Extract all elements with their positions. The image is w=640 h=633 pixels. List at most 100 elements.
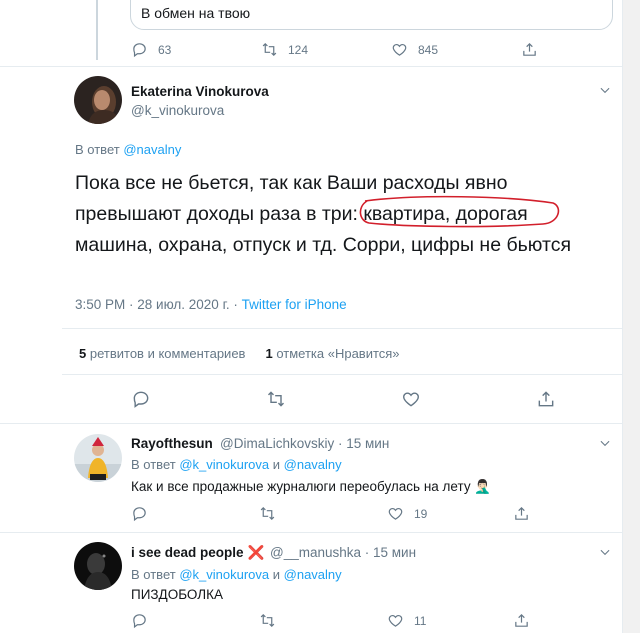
quoted-tweet-text: В обмен на твою xyxy=(141,5,251,21)
like-count: 11 xyxy=(414,613,427,628)
thread-line xyxy=(96,0,98,60)
reply-mention[interactable]: @k_vinokurova xyxy=(179,567,269,582)
share-icon xyxy=(515,506,528,520)
like-button[interactable]: 845 xyxy=(391,41,521,58)
retweets-stat[interactable]: 5 ретвитов и комментариев xyxy=(79,346,245,361)
reply-prefix: В ответ xyxy=(131,457,176,472)
retweets-count: 5 xyxy=(79,346,87,361)
reply-author-handle[interactable]: @DimaLichkovskiy · 15 мин xyxy=(220,436,389,451)
retweet-icon xyxy=(260,506,275,521)
tweet-text-part: машина, охрана, отпуск и тд. Сорри, цифр… xyxy=(75,234,572,256)
reply-icon xyxy=(133,614,146,629)
reply-prefix: В ответ xyxy=(75,142,120,157)
avatar-photo xyxy=(74,542,122,590)
tweet-stats: 5 ретвитов и комментариев 1 отметка «Нра… xyxy=(79,346,400,361)
author-name[interactable]: Ekaterina Vinokurova xyxy=(131,84,269,99)
chevron-down-icon xyxy=(600,440,610,447)
avatar[interactable] xyxy=(74,434,122,482)
reply-actions: 11 xyxy=(131,612,530,629)
like-button[interactable]: 19 xyxy=(387,505,513,522)
reply-author-name[interactable]: i see dead people ❌ xyxy=(131,545,264,561)
chevron-down-icon xyxy=(600,87,610,94)
like-button[interactable] xyxy=(401,389,536,409)
reply-button[interactable] xyxy=(131,389,266,409)
quoted-actions: 63 124 845 xyxy=(131,41,538,58)
tweet-menu-button[interactable] xyxy=(598,83,612,97)
share-icon xyxy=(538,391,554,407)
likes-label: отметка «Нравится» xyxy=(276,346,400,361)
reply-mention[interactable]: @navalny xyxy=(284,457,342,472)
tweet-text: Пока все не бьется, так как Ваши расходы… xyxy=(75,168,575,261)
retweets-label: ретвитов и комментариев xyxy=(89,346,246,361)
like-count: 845 xyxy=(418,42,439,57)
reply-author-name-text: i see dead people xyxy=(131,545,244,560)
reply-context: В ответ @k_vinokurova и @navalny xyxy=(131,457,342,472)
share-button[interactable] xyxy=(521,41,538,58)
divider xyxy=(0,66,622,67)
retweet-button[interactable] xyxy=(259,505,387,522)
cross-mark-emoji: ❌ xyxy=(247,545,265,560)
avatar-photo xyxy=(74,76,122,124)
tweet-source[interactable]: Twitter for iPhone xyxy=(242,297,347,312)
divider xyxy=(0,423,622,424)
share-button[interactable] xyxy=(513,505,530,522)
tweet-menu-button[interactable] xyxy=(598,545,612,559)
share-icon xyxy=(515,613,528,627)
likes-count: 1 xyxy=(265,346,273,361)
retweet-icon xyxy=(267,391,285,407)
hand-drawn-circle xyxy=(360,195,560,228)
like-icon xyxy=(388,507,403,520)
reply-text: Как и все продажные журналюги переобулас… xyxy=(131,479,492,494)
share-icon xyxy=(523,42,536,56)
reply-actions: 19 xyxy=(131,505,530,522)
avatar[interactable] xyxy=(74,76,122,124)
reply-context: В ответ @navalny xyxy=(75,142,181,157)
tweet-meta: 3:50 PM · 28 июл. 2020 г. · Twitter for … xyxy=(75,297,347,312)
divider xyxy=(62,374,622,375)
tweet-timestamp[interactable]: 3:50 PM · 28 июл. 2020 г. · xyxy=(75,297,242,312)
timeline: В обмен на твою 63 124 845 Ekaterina Vin… xyxy=(0,0,623,633)
circled-phrase: квартира, дорогая xyxy=(360,195,560,230)
reply-mention[interactable]: @k_vinokurova xyxy=(179,457,269,472)
reply-icon xyxy=(133,43,146,58)
share-button[interactable] xyxy=(513,612,530,629)
reply-mention[interactable]: @navalny xyxy=(123,142,181,157)
retweet-button[interactable] xyxy=(266,389,401,409)
like-icon xyxy=(403,392,419,407)
scrollbar[interactable] xyxy=(623,0,640,633)
tweet-menu-button[interactable] xyxy=(598,436,612,450)
chevron-down-icon xyxy=(600,549,610,556)
likes-stat[interactable]: 1 отметка «Нравится» xyxy=(265,346,399,361)
retweet-count: 124 xyxy=(288,42,309,57)
tweet-actions xyxy=(131,389,556,409)
reply-icon xyxy=(133,391,149,408)
reply-prefix: В ответ xyxy=(131,567,176,582)
retweet-icon xyxy=(262,42,277,57)
divider xyxy=(0,532,622,533)
like-icon xyxy=(392,43,407,56)
reply-button[interactable] xyxy=(131,612,259,629)
author-handle[interactable]: @k_vinokurova xyxy=(131,103,224,118)
like-count: 19 xyxy=(414,506,428,521)
reply-context: В ответ @k_vinokurova и @navalny xyxy=(131,567,342,582)
retweet-button[interactable] xyxy=(259,612,387,629)
reply-author-handle[interactable]: @__manushka · 15 мин xyxy=(270,545,416,560)
avatar[interactable] xyxy=(74,542,122,590)
reply-joiner: и xyxy=(272,567,281,582)
like-button[interactable]: 11 xyxy=(387,612,513,629)
retweet-icon xyxy=(260,613,275,628)
reply-author-name[interactable]: Rayofthesun xyxy=(131,436,213,451)
divider xyxy=(62,328,622,329)
reply-icon xyxy=(133,507,146,522)
reply-button[interactable] xyxy=(131,505,259,522)
retweet-button[interactable]: 124 xyxy=(261,41,391,58)
reply-button[interactable]: 63 xyxy=(131,41,261,58)
share-button[interactable] xyxy=(536,389,556,409)
quoted-tweet[interactable]: В обмен на твою xyxy=(130,0,613,30)
reply-joiner: и xyxy=(272,457,281,472)
reply-text: ПИЗДОБОЛКА xyxy=(131,587,223,602)
avatar-photo xyxy=(74,434,122,482)
like-icon xyxy=(388,614,403,627)
reply-count: 63 xyxy=(158,42,172,57)
reply-mention[interactable]: @navalny xyxy=(284,567,342,582)
